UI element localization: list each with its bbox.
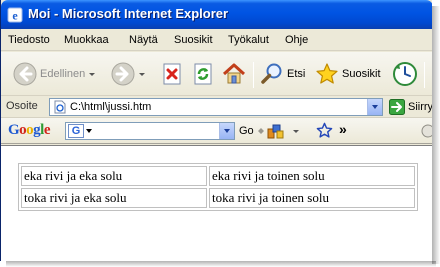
address-bar: Osoite C:\html\jussi.htm Siirry — [1, 96, 432, 118]
table-cell: eka rivi ja toinen solu — [209, 166, 415, 186]
toolbar-overflow-chevron[interactable]: » — [339, 121, 347, 137]
go-arrow-icon — [389, 99, 405, 115]
options-circle-icon[interactable] — [421, 124, 432, 138]
google-logo[interactable]: Google — [8, 122, 51, 139]
go-button[interactable]: Siirry — [389, 98, 432, 116]
menu-edit[interactable]: Muokkaa — [64, 34, 109, 46]
ie-window: e Moi - Microsoft Internet Explorer Tied… — [0, 0, 432, 261]
menu-help[interactable]: Ohje — [285, 34, 308, 46]
forward-button[interactable] — [111, 58, 145, 90]
history-button[interactable] — [392, 58, 418, 90]
toolbar-separator — [424, 62, 425, 88]
search-button[interactable]: Etsi — [260, 58, 305, 90]
favorites-button[interactable]: Suosikit — [315, 58, 381, 90]
google-toolbar: Google G Go » — [1, 118, 432, 144]
search-label: Etsi — [287, 68, 306, 80]
table-row: toka rivi ja eka solu toka rivi ja toine… — [21, 188, 415, 208]
bookmark-star-icon[interactable] — [316, 122, 333, 139]
stop-icon — [163, 63, 181, 85]
forward-dropdown-icon[interactable] — [139, 72, 145, 76]
title-bar[interactable]: e Moi - Microsoft Internet Explorer — [1, 0, 432, 29]
back-button[interactable]: Edellinen — [13, 58, 96, 90]
google-go-button[interactable]: Go — [239, 125, 254, 137]
table-cell: toka rivi ja toinen solu — [209, 188, 415, 208]
chevron-down-icon — [372, 105, 378, 109]
standard-toolbar: Edellinen Etsi Suosikit — [1, 52, 432, 96]
menu-view[interactable]: Näytä — [129, 34, 158, 46]
google-search-dropdown-button[interactable] — [219, 123, 234, 139]
address-url: C:\html\jussi.htm — [70, 101, 152, 113]
page-content: eka rivi ja eka solu eka rivi ja toinen … — [1, 145, 432, 261]
google-search-input[interactable]: G — [65, 122, 235, 140]
menu-tools[interactable]: Työkalut — [228, 34, 269, 46]
table-cell: toka rivi ja eka solu — [21, 188, 207, 208]
star-icon — [316, 63, 338, 84]
favorites-label: Suosikit — [342, 68, 381, 80]
refresh-button[interactable] — [192, 58, 214, 90]
google-g-icon: G — [68, 124, 84, 138]
content-table: eka rivi ja eka solu eka rivi ja toinen … — [18, 163, 418, 211]
home-icon — [222, 63, 246, 84]
menu-file[interactable]: Tiedosto — [8, 34, 50, 46]
pagerank-icon[interactable] — [267, 123, 285, 139]
home-button[interactable] — [222, 58, 246, 90]
refresh-icon — [194, 63, 212, 85]
go-options-arrow-icon[interactable] — [257, 127, 265, 135]
svg-text:e: e — [12, 9, 18, 23]
address-input[interactable]: C:\html\jussi.htm — [49, 98, 383, 116]
page-icon — [54, 100, 66, 114]
menu-bar: Tiedosto Muokkaa Näytä Suosikit Työkalut… — [1, 29, 432, 51]
pagerank-dropdown-icon[interactable] — [293, 130, 299, 133]
address-dropdown-button[interactable] — [367, 99, 382, 115]
table-row: eka rivi ja eka solu eka rivi ja toinen … — [21, 166, 415, 186]
search-icon — [261, 63, 282, 84]
search-type-dropdown-icon[interactable] — [86, 129, 92, 133]
forward-arrow-icon — [111, 62, 135, 86]
history-icon — [393, 62, 417, 86]
back-dropdown-icon[interactable] — [89, 72, 96, 76]
table-cell: eka rivi ja eka solu — [21, 166, 207, 186]
address-label: Osoite — [6, 100, 38, 112]
back-label: Edellinen — [40, 68, 86, 80]
menu-favorites[interactable]: Suosikit — [174, 34, 213, 46]
internet-explorer-icon: e — [7, 7, 23, 23]
window-shadow — [432, 6, 440, 264]
stop-button[interactable] — [161, 58, 183, 90]
go-label: Siirry — [408, 101, 432, 113]
toolbar-separator — [253, 62, 254, 88]
window-title: Moi - Microsoft Internet Explorer — [28, 6, 229, 21]
chevron-down-icon — [224, 129, 230, 133]
back-arrow-icon — [13, 62, 37, 86]
window-shadow — [6, 261, 436, 267]
